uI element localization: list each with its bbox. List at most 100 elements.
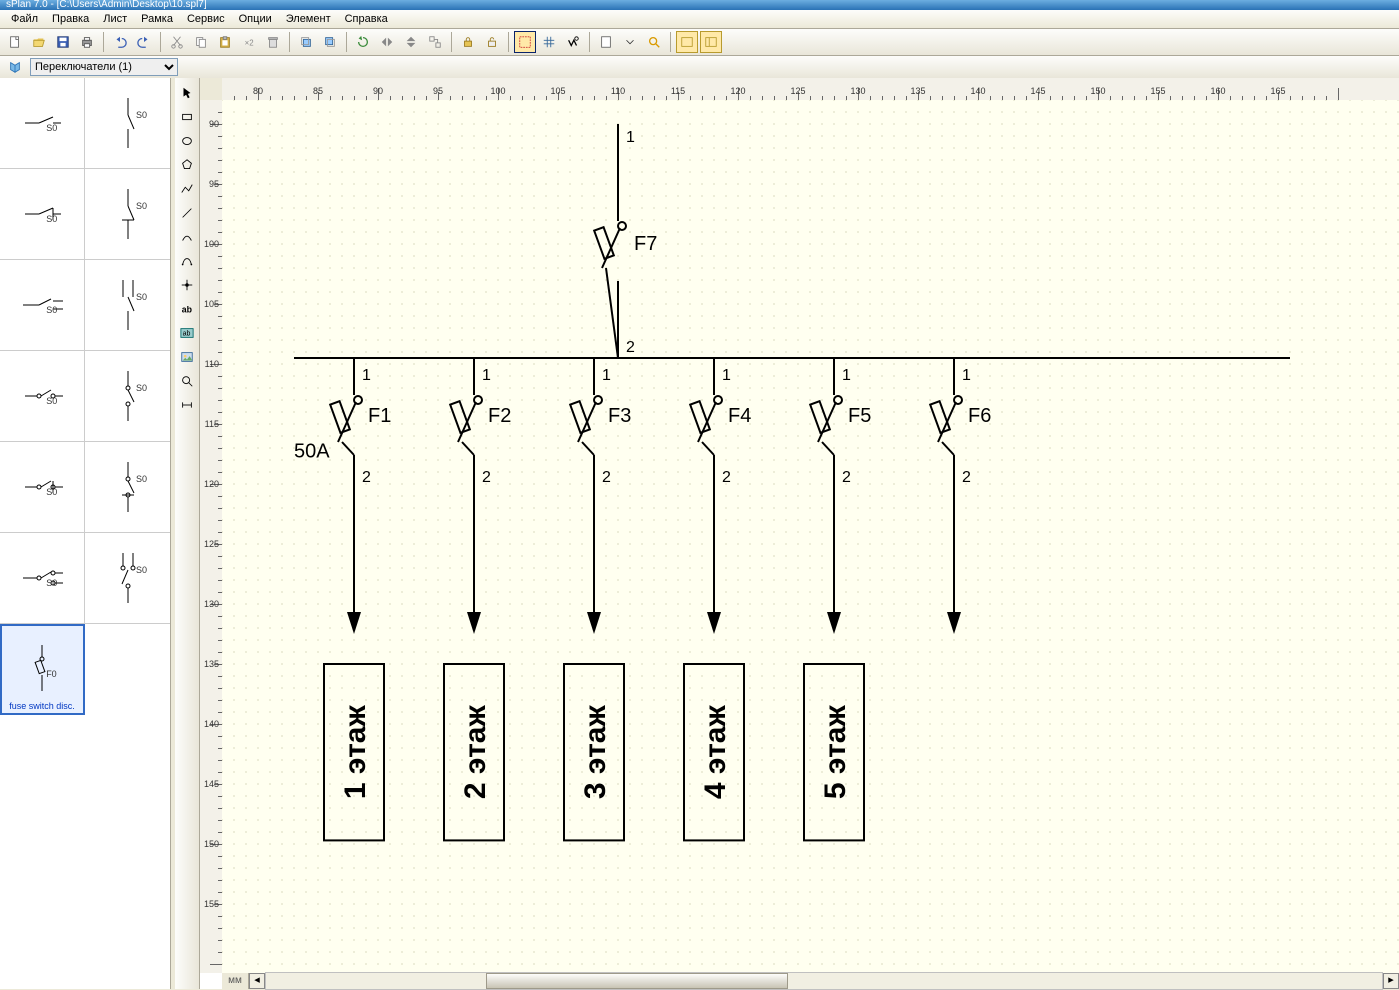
redo-icon[interactable] [133,31,155,53]
palette-item[interactable]: S0 [0,442,85,533]
delete-icon[interactable] [262,31,284,53]
palette-item[interactable]: S0 [0,260,85,351]
svg-text:2: 2 [362,469,371,486]
menu-frame[interactable]: Рамка [134,12,180,26]
rotate-icon[interactable] [352,31,374,53]
to-front-icon[interactable] [295,31,317,53]
bezier-icon[interactable] [176,250,198,272]
svg-text:1: 1 [362,367,371,384]
svg-text:F1: F1 [368,405,391,427]
menu-sheet[interactable]: Лист [96,12,134,26]
panel2-icon[interactable] [700,31,722,53]
svg-text:1: 1 [722,367,731,384]
textbox-icon[interactable]: ab [176,322,198,344]
palette-item[interactable]: S0 [85,351,170,442]
svg-text:2: 2 [722,469,731,486]
unlock-icon[interactable] [481,31,503,53]
canvas-area: 8085909510010511011512012513013514014515… [200,78,1399,989]
flip-h-icon[interactable] [376,31,398,53]
ruler-corner [200,78,223,101]
line-icon[interactable] [176,202,198,224]
panel1-icon[interactable] [676,31,698,53]
text-icon[interactable]: ab [176,298,198,320]
palette-item[interactable]: S0 [85,533,170,624]
duplicate-icon[interactable]: ×2 [238,31,260,53]
palette-item[interactable]: S0 [0,169,85,260]
cut-icon[interactable] [166,31,188,53]
rect-icon[interactable] [176,106,198,128]
chevron-down-icon[interactable] [619,31,641,53]
zoom-icon[interactable] [643,31,665,53]
palette-item[interactable]: S0 [85,78,170,169]
image-icon[interactable] [176,346,198,368]
menu-element[interactable]: Элемент [279,12,338,26]
paste-icon[interactable] [214,31,236,53]
print-icon[interactable] [76,31,98,53]
svg-text:F6: F6 [968,405,991,427]
lock-icon[interactable] [457,31,479,53]
menu-service[interactable]: Сервис [180,12,232,26]
svg-text:F4: F4 [728,405,751,427]
component-palette[interactable]: S0S0S0S0S0S0S0S0S0S0S0S0F0fuse switch di… [0,78,171,989]
ruler-vertical: 9095100105110115120125130135140145150155 [200,100,223,973]
palette-item[interactable]: F0fuse switch disc. [0,624,85,715]
scroll-thumb[interactable] [486,973,788,989]
svg-text:2: 2 [602,469,611,486]
group-icon[interactable] [424,31,446,53]
svg-text:3 этаж: 3 этаж [579,705,612,800]
find-icon[interactable] [562,31,584,53]
page-icon[interactable] [595,31,617,53]
svg-text:2 этаж: 2 этаж [459,705,492,800]
palette-item[interactable]: S0 [85,169,170,260]
new-icon[interactable] [4,31,26,53]
snap-icon[interactable] [514,31,536,53]
polyline-icon[interactable] [176,178,198,200]
toolbar: ×2 [0,29,1399,56]
svg-text:1: 1 [962,367,971,384]
library-select[interactable]: Переключатели (1) [30,58,178,76]
pointer-icon[interactable] [176,82,198,104]
ruler-unit: мм [222,973,249,989]
menu-options[interactable]: Опции [232,12,279,26]
svg-text:2: 2 [626,339,635,356]
svg-text:1: 1 [842,367,851,384]
undo-icon[interactable] [109,31,131,53]
svg-text:50А: 50А [294,441,330,463]
schematic-drawing: 1F721F121 этаж1F222 этаж1F323 этаж1F424 … [222,100,1399,973]
polygon-icon[interactable] [176,154,198,176]
svg-text:1: 1 [482,367,491,384]
node-icon[interactable] [176,274,198,296]
curve-icon[interactable] [176,226,198,248]
menu-file[interactable]: Файл [4,12,45,26]
svg-text:5 этаж: 5 этаж [819,705,852,800]
svg-text:2: 2 [482,469,491,486]
flip-v-icon[interactable] [400,31,422,53]
palette-item[interactable]: S0 [0,78,85,169]
svg-text:ab: ab [183,331,191,338]
menu-help[interactable]: Справка [338,12,395,26]
open-icon[interactable] [28,31,50,53]
palette-item[interactable]: S0 [85,260,170,351]
circle-icon[interactable] [176,130,198,152]
svg-text:1 этаж: 1 этаж [339,705,372,800]
svg-text:4 этаж: 4 этаж [699,705,732,800]
canvas[interactable]: 1F721F121 этаж1F222 этаж1F323 этаж1F424 … [222,100,1399,973]
palette-item[interactable]: S0 [85,442,170,533]
menu-bar: Файл Правка Лист Рамка Сервис Опции Элем… [0,10,1399,29]
zoom-tool-icon[interactable] [176,370,198,392]
ruler-horizontal: 8085909510010511011512012513013514014515… [222,78,1399,101]
save-icon[interactable] [52,31,74,53]
h-scrollbar[interactable]: мм ◂ ▸ [222,973,1399,989]
palette-item[interactable]: S0 [0,351,85,442]
menu-edit[interactable]: Правка [45,12,96,26]
tool-strip: ab ab [175,78,200,989]
copy-icon[interactable] [190,31,212,53]
palette-item[interactable]: S0 [0,533,85,624]
measure-icon[interactable] [176,394,198,416]
to-back-icon[interactable] [319,31,341,53]
grid-icon[interactable] [538,31,560,53]
svg-text:ab: ab [182,305,192,315]
svg-text:1: 1 [626,129,635,146]
library-icon[interactable] [4,56,26,78]
svg-text:2: 2 [962,469,971,486]
